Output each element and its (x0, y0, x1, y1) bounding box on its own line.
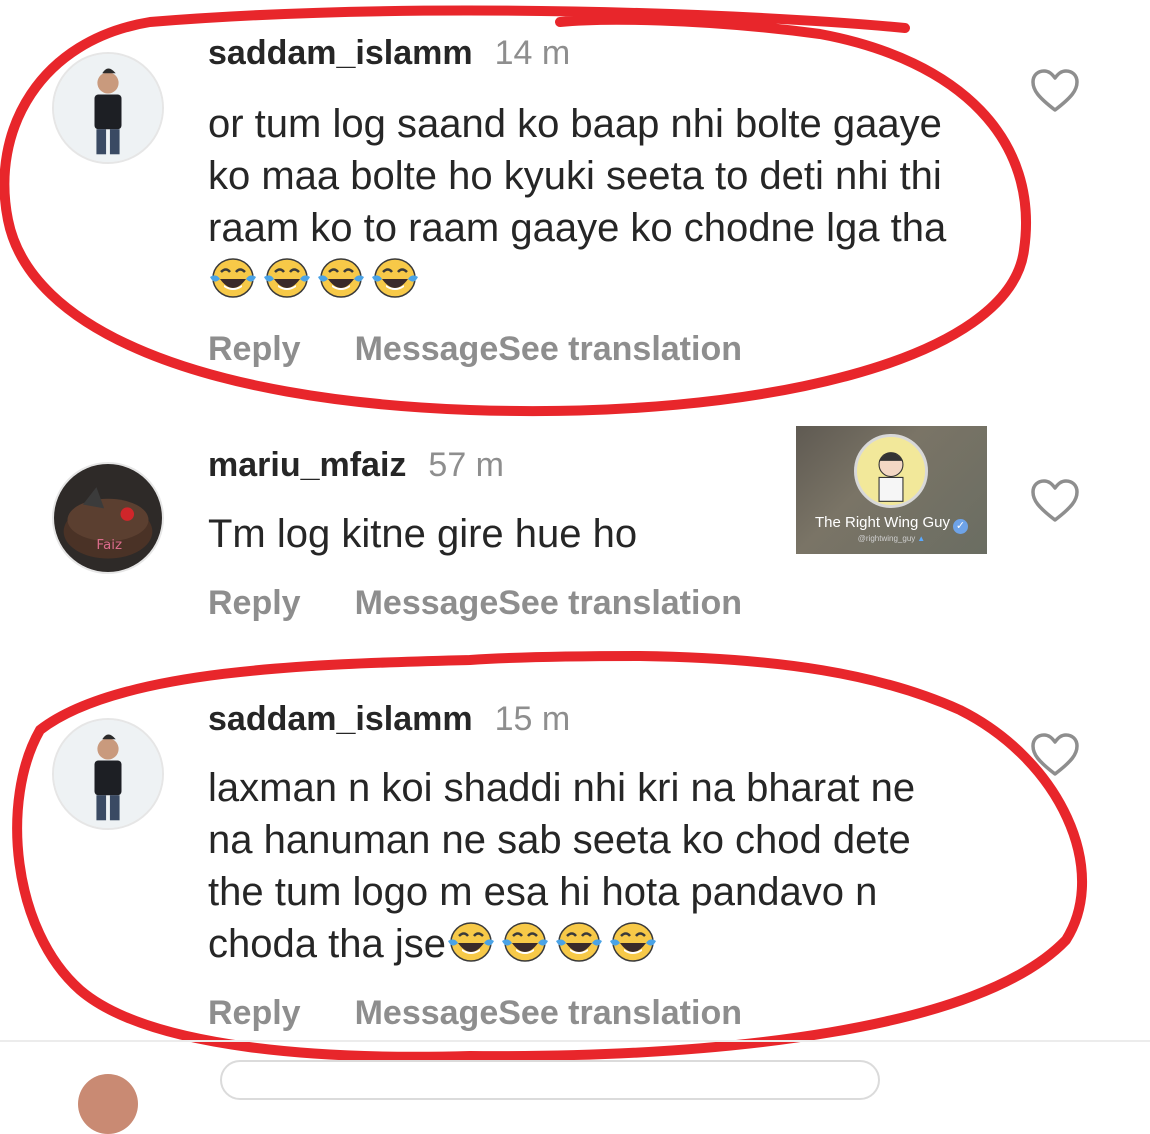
message-button[interactable]: Message (355, 330, 499, 368)
heart-outline-icon[interactable] (1030, 68, 1080, 114)
watermark-handle: @rightwing_guy ▲ (857, 534, 926, 543)
avatar[interactable]: Faiz (52, 462, 164, 574)
reply-button[interactable]: Reply (208, 330, 301, 368)
verified-check-icon: ✓ (953, 519, 969, 534)
reply-button[interactable]: Reply (208, 584, 301, 622)
tears-of-joy-emoji (372, 258, 418, 298)
message-button[interactable]: Message (355, 994, 499, 1032)
comment-text: Tm log kitne gire hue ho (208, 512, 638, 556)
timestamp: 14 m (494, 34, 571, 72)
tears-of-joy-emoji (501, 922, 548, 962)
comment-input[interactable] (220, 1060, 880, 1100)
tears-of-joy-emoji-group (446, 922, 662, 966)
tears-of-joy-emoji (210, 258, 256, 298)
comment-text: or tum log saand ko baap nhi bolte gaaye… (208, 102, 947, 250)
see-translation-button[interactable]: See translation (498, 584, 742, 622)
timestamp: 57 m (428, 446, 504, 484)
heart-outline-icon[interactable] (1030, 732, 1080, 778)
avatar[interactable] (52, 718, 164, 830)
tears-of-joy-emoji-group (208, 258, 424, 302)
see-translation-button[interactable]: See translation (498, 994, 742, 1032)
svg-text:Faiz: Faiz (96, 537, 122, 553)
watermark-avatar (854, 434, 928, 508)
heart-outline-icon[interactable] (1030, 478, 1080, 524)
timestamp: 15 m (494, 700, 571, 738)
tears-of-joy-emoji (609, 922, 656, 962)
reply-button[interactable]: Reply (208, 994, 301, 1032)
tears-of-joy-emoji (555, 922, 602, 962)
tears-of-joy-emoji (318, 258, 364, 298)
tears-of-joy-emoji (264, 258, 310, 298)
composer-divider (0, 1040, 1150, 1042)
message-button[interactable]: Message (355, 584, 499, 622)
watermark: The Right Wing Guy ✓ @rightwing_guy ▲ (796, 426, 987, 554)
watermark-name: The Right Wing Guy ✓ (796, 514, 987, 534)
comment-body: or tum log saand ko baap nhi bolte gaaye… (208, 98, 968, 306)
comment-body: laxman n koi shaddi nhi kri na bharat ne… (208, 762, 968, 970)
composer-avatar (78, 1074, 138, 1134)
avatar[interactable] (52, 52, 164, 164)
see-translation-button[interactable]: See translation (498, 330, 742, 368)
username[interactable]: saddam_islamm (208, 700, 473, 738)
bird-icon: ▲ (917, 534, 926, 543)
tears-of-joy-emoji (447, 922, 494, 962)
username[interactable]: saddam_islamm (208, 34, 473, 72)
username[interactable]: mariu_mfaiz (208, 446, 406, 484)
